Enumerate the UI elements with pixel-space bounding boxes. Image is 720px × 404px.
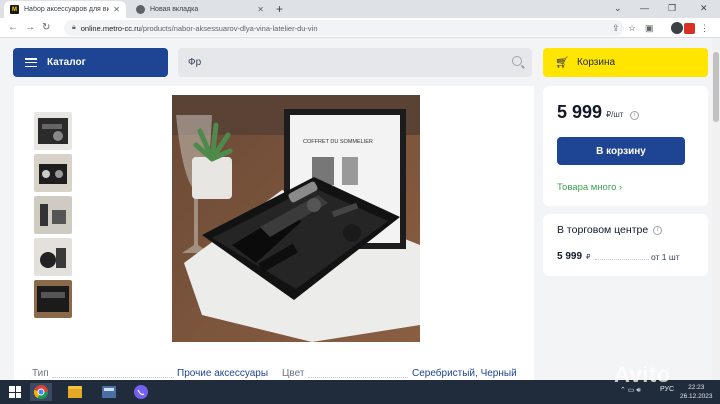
lock-icon: 🔒︎ xyxy=(72,24,76,31)
system-clock[interactable]: 22:23 26.12.2023 xyxy=(680,383,713,401)
star-icon[interactable]: ☆ xyxy=(628,22,636,34)
back-icon[interactable]: ← xyxy=(8,21,18,35)
address-bar[interactable]: 🔒︎ online.metro-cc.ru/products/nabor-aks… xyxy=(64,20,624,36)
profile-avatar[interactable] xyxy=(671,22,683,34)
price-unit: ₽/шт xyxy=(606,110,624,119)
catalog-button[interactable]: Каталог xyxy=(13,48,168,77)
spec-divider xyxy=(308,377,408,378)
taskbar-file-explorer[interactable] xyxy=(64,383,86,401)
browser-toolbar: ← → ↻ 🔒︎ online.metro-cc.ru/products/nab… xyxy=(0,18,720,38)
spec-divider xyxy=(52,377,174,378)
metro-m-icon: M xyxy=(10,5,19,14)
chrome-icon xyxy=(136,5,145,14)
store-currency: ₽ xyxy=(586,254,591,261)
reload-icon[interactable]: ↻ xyxy=(42,21,50,35)
windows-logo-icon xyxy=(9,386,21,398)
hamburger-icon xyxy=(25,58,37,67)
windows-taskbar: ⌃ ▭ 🔊︎ РУС 22:23 26.12.2023 xyxy=(0,380,720,404)
site-header: Каталог Фр 🛒︎ Корзина xyxy=(0,38,720,86)
avito-watermark: Avito xyxy=(614,362,671,387)
tab-new[interactable]: Новая вкладка ✕ xyxy=(130,1,270,18)
info-icon[interactable]: i xyxy=(653,226,662,235)
thumbnail[interactable] xyxy=(34,154,72,192)
start-button[interactable] xyxy=(4,383,26,401)
product-gallery: COFFRET DU SOMMELIER xyxy=(14,86,534,358)
close-window-icon[interactable]: ✕ xyxy=(700,3,708,14)
search-value: Фр xyxy=(188,57,202,68)
stock-label: Товара много xyxy=(557,182,617,193)
chrome-icon xyxy=(34,385,48,399)
box-label: COFFRET DU SOMMELIER xyxy=(303,139,373,145)
info-icon[interactable]: i xyxy=(630,111,639,120)
store-divider xyxy=(595,259,649,260)
close-icon[interactable]: ✕ xyxy=(257,5,264,14)
thumbnail[interactable] xyxy=(34,112,72,150)
extension-icon[interactable]: ▣ xyxy=(645,22,654,34)
menu-dots-icon[interactable]: ⋮ xyxy=(700,22,709,34)
store-title: В торговом центре xyxy=(557,224,649,236)
add-to-cart-button[interactable]: В корзину xyxy=(557,137,685,165)
cart-button[interactable]: 🛒︎ Корзина xyxy=(543,48,708,77)
thumbnail[interactable] xyxy=(34,238,72,276)
thumbnail-list xyxy=(34,112,72,322)
spec-label-type: Тип xyxy=(32,368,49,379)
share-icon[interactable]: ⇪ xyxy=(612,22,620,34)
store-quantity: от 1 шт xyxy=(651,252,680,262)
new-tab-button[interactable]: + xyxy=(276,2,283,16)
tab-title: Набор аксессуаров для вина L xyxy=(24,6,110,13)
spec-label-color: Цвет xyxy=(282,368,305,379)
chevron-right-icon: › xyxy=(619,182,623,193)
tab-title: Новая вкладка xyxy=(150,6,199,13)
spec-value-color[interactable]: Серебристый, Черный xyxy=(412,368,517,379)
clock-date: 26.12.2023 xyxy=(680,393,713,400)
store-price: 5 999 xyxy=(557,251,583,262)
price-value: 5 999 xyxy=(557,102,603,122)
chevron-down-icon[interactable]: ⌄ xyxy=(614,3,622,14)
thumbnail[interactable] xyxy=(34,196,72,234)
tab-product[interactable]: M Набор аксессуаров для вина L ✕ xyxy=(4,1,126,18)
search-input[interactable]: Фр xyxy=(178,48,532,77)
close-icon[interactable]: ✕ xyxy=(113,5,120,14)
scrollbar-thumb[interactable] xyxy=(713,52,719,122)
viber-icon xyxy=(134,385,148,399)
url-path: /products/nabor-aksessuarov-dlya-vina-la… xyxy=(140,23,318,33)
restore-icon[interactable]: ❐ xyxy=(668,3,676,14)
price-card: 5 999 ₽/шт i В корзину Товара много › xyxy=(543,86,708,206)
url-host: online.metro-cc.ru xyxy=(80,23,141,33)
product-photo[interactable]: COFFRET DU SOMMELIER xyxy=(172,95,420,342)
taskbar-app[interactable] xyxy=(98,383,120,401)
spec-value-type[interactable]: Прочие аксессуары xyxy=(177,368,268,379)
taskbar-chrome[interactable] xyxy=(30,383,52,401)
stock-status[interactable]: Товара много › xyxy=(557,182,622,193)
thumbnail[interactable] xyxy=(34,280,72,318)
store-availability-card: В торговом центре i 5 999 ₽ от 1 шт xyxy=(543,214,708,276)
extension-red-icon[interactable] xyxy=(684,23,695,34)
product-specs: Тип Прочие аксессуары Цвет Серебристый, … xyxy=(14,358,534,380)
taskbar-viber[interactable] xyxy=(130,383,152,401)
search-icon[interactable] xyxy=(512,56,522,66)
catalog-label: Каталог xyxy=(47,57,86,68)
forward-icon[interactable]: → xyxy=(25,21,35,35)
browser-tabstrip: M Набор аксессуаров для вина L ✕ Новая в… xyxy=(0,0,720,18)
clock-time: 22:23 xyxy=(688,384,705,391)
cart-label: Корзина xyxy=(576,57,616,68)
cart-icon: 🛒︎ xyxy=(555,57,569,69)
minimize-icon[interactable]: — xyxy=(640,3,649,13)
folder-icon xyxy=(68,386,82,398)
window-icon xyxy=(102,386,116,398)
